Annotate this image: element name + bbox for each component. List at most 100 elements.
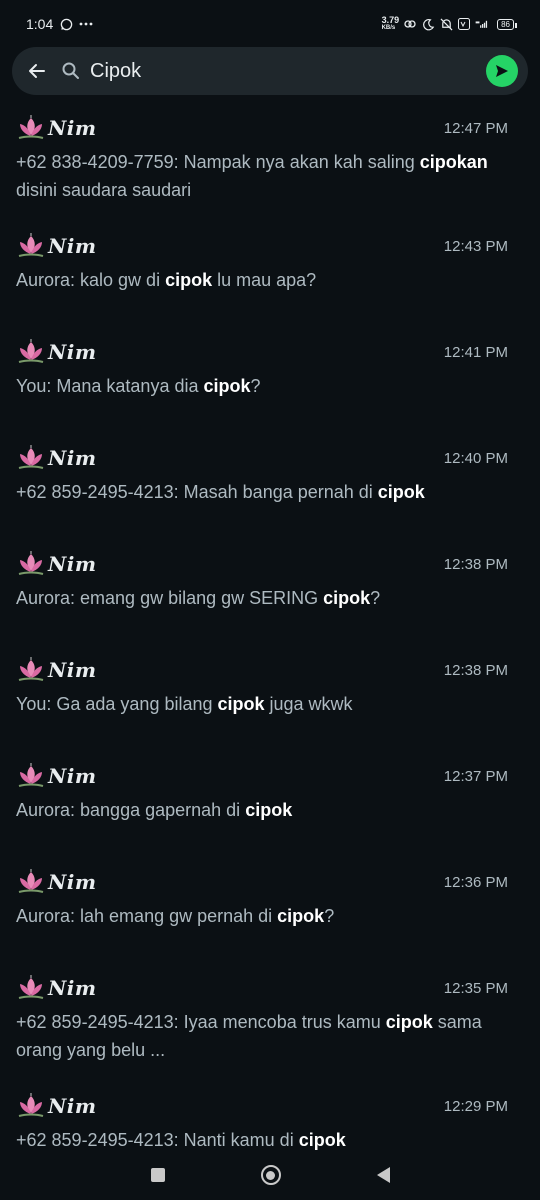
snippet-post: juga wkwk [264, 694, 353, 714]
more-dots-icon [79, 17, 93, 31]
meta-ai-button[interactable] [486, 55, 518, 87]
network-speed-unit: KB/s [381, 25, 396, 31]
snippet-pre: Aurora: bangga gapernah di [16, 800, 246, 820]
home-button[interactable] [260, 1165, 281, 1185]
snippet-pre: +62 838-4209-7759: Nampak nya akan kah s… [16, 152, 420, 172]
group-label: Nim [48, 552, 97, 576]
group-label: Nim [48, 1094, 97, 1118]
lotus-icon [18, 551, 44, 575]
group-label: Nim [48, 234, 97, 258]
message-time: 12:43 PM [443, 238, 508, 255]
message-time: 12:37 PM [443, 768, 508, 785]
search-result-item[interactable]: Nim 12:40 PM +62 859-2495-4213: Masah bang… [0, 438, 540, 544]
lotus-icon [18, 869, 44, 893]
group-name: Nim [16, 763, 97, 789]
message-time: 12:38 PM [443, 662, 508, 679]
snippet-pre: Aurora: kalo gw di [16, 270, 166, 290]
system-back-button[interactable] [376, 1167, 390, 1183]
bell-off-icon [439, 17, 453, 31]
group-name: Nim [16, 339, 97, 365]
snippet-post: lu mau apa? [212, 270, 317, 290]
group-name: Nim [16, 869, 97, 895]
message-snippet: Aurora: lah emang gw pernah di cipok? [16, 902, 526, 930]
snippet-pre: +62 859-2495-4213: Iyaa mencoba trus kam… [16, 1012, 386, 1032]
moon-icon [421, 17, 435, 31]
meta-ai-send-icon [496, 65, 508, 77]
back-button[interactable] [26, 60, 48, 82]
search-result-item[interactable]: Nim 12:37 PM Aurora: bangga gapernah di ci… [0, 756, 540, 862]
volte-icon [457, 17, 471, 31]
message-time: 12:36 PM [443, 874, 508, 891]
result-header: Nim 12:36 PM [16, 862, 524, 902]
message-snippet: You: Mana katanya dia cipok? [16, 372, 526, 400]
lotus-icon [18, 657, 44, 681]
search-icon [60, 60, 82, 82]
message-time: 12:47 PM [443, 120, 508, 137]
recent-apps-button[interactable] [150, 1168, 165, 1182]
status-time: 1:04 [26, 16, 54, 32]
search-result-item[interactable]: Nim 12:43 PM Aurora: kalo gw di cipok lu m… [0, 226, 540, 332]
snippet-match: cipokan [419, 152, 488, 172]
message-snippet: +62 838-4209-7759: Nampak nya akan kah s… [16, 148, 526, 204]
group-label: Nim [48, 116, 97, 140]
status-left: 1:04 [26, 16, 93, 32]
snippet-match: cipok [377, 482, 425, 502]
lotus-icon [18, 339, 44, 363]
hotspot-icon [403, 17, 417, 31]
whatsapp-icon [59, 17, 73, 31]
system-nav-bar [0, 1150, 540, 1200]
result-header: Nim 12:40 PM [16, 438, 524, 478]
snippet-post: ? [370, 588, 381, 608]
search-result-item[interactable]: Nim 12:36 PM Aurora: lah emang gw pernah d… [0, 862, 540, 968]
group-name: Nim [16, 233, 97, 259]
result-header: Nim 12:38 PM [16, 544, 524, 584]
snippet-pre: You: Ga ada yang bilang [16, 694, 218, 714]
search-results-list: Nim 12:47 PM +62 838-4209-7759: Nampak nya… [0, 108, 540, 1166]
message-time: 12:41 PM [443, 344, 508, 361]
lotus-icon [18, 975, 44, 999]
snippet-post: ? [324, 906, 335, 926]
group-name: Nim [16, 1093, 97, 1119]
lotus-icon [18, 445, 44, 469]
snippet-pre: +62 859-2495-4213: Masah banga pernah di [16, 482, 378, 502]
result-header: Nim 12:43 PM [16, 226, 524, 266]
snippet-match: cipok [385, 1012, 433, 1032]
group-name: Nim [16, 445, 97, 471]
snippet-match: cipok [277, 906, 325, 926]
lotus-icon [18, 233, 44, 257]
message-snippet: +62 859-2495-4213: Iyaa mencoba trus kam… [16, 1008, 526, 1064]
message-snippet: Aurora: bangga gapernah di cipok [16, 796, 526, 824]
group-label: Nim [48, 658, 97, 682]
group-name: Nim [16, 657, 97, 683]
group-name: Nim [16, 115, 97, 141]
message-snippet: Aurora: kalo gw di cipok lu mau apa? [16, 266, 526, 294]
snippet-post: ? [250, 376, 261, 396]
network-speed: 3.79 KB/s [382, 16, 400, 32]
message-time: 12:35 PM [443, 980, 508, 997]
group-label: Nim [48, 446, 97, 470]
status-bar: 1:04 3.79 KB/s 86 [0, 0, 540, 48]
lotus-icon [18, 1093, 44, 1117]
search-result-item[interactable]: Nim 12:35 PM +62 859-2495-4213: Iyaa menco… [0, 968, 540, 1086]
snippet-pre: Aurora: lah emang gw pernah di [16, 906, 278, 926]
message-time: 12:29 PM [443, 1098, 508, 1115]
snippet-match: cipok [323, 588, 371, 608]
snippet-pre: You: Mana katanya dia [16, 376, 204, 396]
message-snippet: +62 859-2495-4213: Masah banga pernah di… [16, 478, 526, 506]
snippet-match: cipok [298, 1130, 346, 1150]
search-result-item[interactable]: Nim 12:38 PM Aurora: emang gw bilang gw SE… [0, 544, 540, 650]
message-time: 12:38 PM [443, 556, 508, 573]
search-result-item[interactable]: Nim 12:41 PM You: Mana katanya dia cipok? [0, 332, 540, 438]
search-result-item[interactable]: Nim 12:38 PM You: Ga ada yang bilang cipok… [0, 650, 540, 756]
message-snippet: You: Ga ada yang bilang cipok juga wkwk [16, 690, 526, 718]
search-result-item[interactable]: Nim 12:47 PM +62 838-4209-7759: Nampak nya… [0, 108, 540, 226]
group-name: Nim [16, 551, 97, 577]
status-right: 3.79 KB/s 86 [382, 16, 517, 32]
group-name: Nim [16, 975, 97, 1001]
snippet-match: cipok [245, 800, 293, 820]
search-input[interactable] [90, 59, 486, 83]
result-header: Nim 12:37 PM [16, 756, 524, 796]
lotus-icon [18, 115, 44, 139]
snippet-match: cipok [203, 376, 251, 396]
network-speed-value: 3.79 [381, 15, 400, 25]
